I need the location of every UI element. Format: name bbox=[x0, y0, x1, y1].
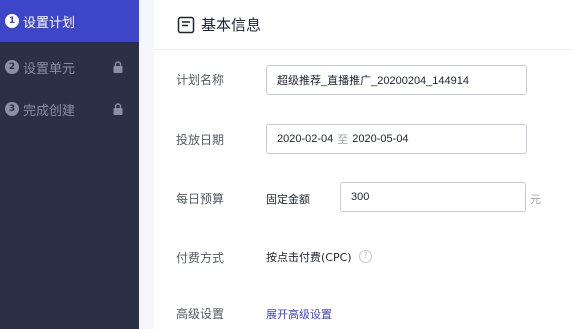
plan-name-label: 计划名称 bbox=[176, 73, 225, 87]
plan-name-input[interactable]: 超级推荐_直播推广_20200204_144914 bbox=[266, 65, 527, 95]
start-date: 2020-02-04 bbox=[277, 133, 334, 145]
date-range-picker[interactable]: 2020-02-04 至 2020-05-04 bbox=[266, 124, 527, 154]
budget-type[interactable]: 固定金额 bbox=[266, 191, 310, 207]
step-label: 设置计划 bbox=[23, 15, 76, 31]
section-header: 基本信息 bbox=[154, 0, 572, 50]
step-sidebar: 1 设置计划 2 设置单元 3 完成创建 bbox=[0, 0, 139, 329]
basic-info-panel: 基本信息 计划名称 超级推荐_直播推广_20200204_144914 投放日期… bbox=[154, 0, 572, 329]
budget-value: 300 bbox=[351, 191, 370, 203]
date-separator: 至 bbox=[337, 134, 349, 146]
daily-budget-label: 每日预算 bbox=[176, 192, 225, 206]
payment-label: 付费方式 bbox=[176, 251, 225, 265]
plan-name-value: 超级推荐_直播推广_20200204_144914 bbox=[277, 75, 469, 87]
end-date: 2020-05-04 bbox=[352, 133, 409, 145]
step-label: 完成创建 bbox=[23, 103, 76, 119]
step-number: 1 bbox=[5, 14, 19, 28]
budget-unit: 元 bbox=[530, 193, 541, 206]
step-item-finish[interactable]: 3 完成创建 bbox=[0, 88, 139, 130]
payment-value: 按点击付费(CPC) bbox=[266, 251, 352, 264]
date-range-label: 投放日期 bbox=[176, 133, 225, 147]
step-number: 3 bbox=[5, 102, 19, 116]
advanced-label: 高级设置 bbox=[176, 307, 225, 321]
step-item-set-unit[interactable]: 2 设置单元 bbox=[0, 46, 139, 88]
document-icon bbox=[177, 16, 195, 33]
step-number: 2 bbox=[5, 60, 19, 74]
step-label: 设置单元 bbox=[23, 61, 76, 77]
section-title: 基本信息 bbox=[201, 16, 262, 34]
step-item-set-plan[interactable]: 1 设置计划 bbox=[0, 0, 139, 42]
budget-input[interactable]: 300 bbox=[340, 182, 526, 212]
lock-icon bbox=[113, 103, 123, 115]
expand-advanced-link[interactable]: 展开高级设置 bbox=[266, 306, 332, 322]
lock-icon bbox=[113, 61, 123, 73]
help-icon[interactable]: ? bbox=[359, 250, 372, 263]
